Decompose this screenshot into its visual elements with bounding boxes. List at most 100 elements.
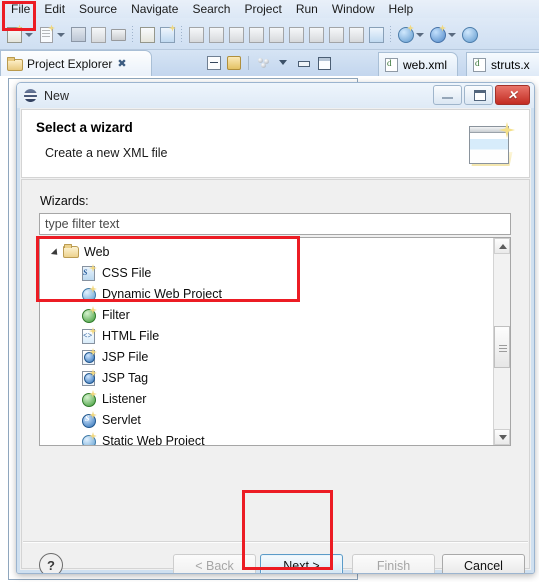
tree-item-label: JSP Tag bbox=[102, 370, 149, 385]
main-toolbar bbox=[0, 18, 539, 50]
debug-icon[interactable] bbox=[158, 24, 176, 43]
build-icon[interactable] bbox=[138, 25, 156, 43]
jsp-file-icon bbox=[80, 348, 97, 365]
menu-item-run[interactable]: Run bbox=[289, 0, 325, 18]
view-menu-dots-icon[interactable] bbox=[255, 54, 272, 71]
eclipse-icon bbox=[24, 89, 37, 102]
dynamic-web-project-icon bbox=[80, 285, 97, 302]
html-file-icon: <> bbox=[80, 327, 97, 344]
extra-globe-icon[interactable] bbox=[460, 25, 478, 43]
link-with-editor-icon[interactable] bbox=[225, 54, 242, 71]
project-explorer-label: Project Explorer bbox=[27, 56, 113, 71]
close-icon[interactable]: ✖ bbox=[117, 57, 126, 70]
tree-item-label: JSP File bbox=[102, 349, 149, 364]
new-wizard-icon[interactable] bbox=[5, 24, 23, 43]
filter-icon bbox=[80, 306, 97, 323]
tree-item-servlet[interactable]: S Servlet bbox=[40, 409, 493, 430]
dialog-title: New bbox=[44, 88, 70, 103]
project-explorer-icon bbox=[7, 57, 23, 71]
chevron-expanded-icon[interactable] bbox=[50, 246, 62, 258]
tab-web-xml[interactable]: web.xml bbox=[378, 52, 458, 76]
menu-item-navigate[interactable]: Navigate bbox=[124, 0, 185, 18]
drop-to-frame-icon[interactable] bbox=[327, 25, 345, 43]
scroll-up-icon[interactable] bbox=[494, 238, 510, 254]
dialog-header-subtitle: Create a new XML file bbox=[45, 146, 168, 160]
maximize-view-icon[interactable] bbox=[315, 54, 332, 71]
menu-item-file[interactable]: File bbox=[4, 0, 37, 18]
tree-item-jsp-tag[interactable]: JSP Tag bbox=[40, 367, 493, 388]
tree-item-label: Static Web Project bbox=[102, 433, 205, 446]
new-dropdown-icon[interactable] bbox=[24, 25, 33, 43]
tab-project-explorer[interactable]: Project Explorer ✖ bbox=[0, 50, 152, 76]
tree-item-label: Dynamic Web Project bbox=[102, 286, 222, 301]
tree-item-label: CSS File bbox=[102, 265, 152, 280]
servlet-dropdown-icon[interactable] bbox=[447, 25, 456, 43]
filter-input[interactable]: type filter text bbox=[39, 213, 511, 235]
step-into-icon[interactable] bbox=[267, 25, 285, 43]
tree-item-label: Filter bbox=[102, 307, 130, 322]
tree-item-web[interactable]: Web bbox=[40, 241, 493, 262]
scrollbar-thumb[interactable] bbox=[494, 326, 510, 368]
terminate-icon[interactable] bbox=[247, 25, 265, 43]
tree-item-filter[interactable]: Filter bbox=[40, 304, 493, 325]
xml-file-icon-2 bbox=[473, 58, 486, 72]
filter-funnel-icon[interactable] bbox=[367, 25, 385, 43]
wizard-banner-icon bbox=[467, 122, 515, 166]
dialog-title-bar: New ✕ bbox=[17, 83, 534, 108]
server-dropdown-icon[interactable] bbox=[415, 25, 424, 43]
save-all-icon[interactable] bbox=[89, 25, 107, 43]
collapse-all-icon[interactable] bbox=[205, 54, 222, 71]
tree-item-jsp-file[interactable]: JSP File bbox=[40, 346, 493, 367]
print-icon[interactable] bbox=[109, 25, 127, 43]
servlet-icon: S bbox=[80, 411, 97, 428]
toolbar-separator-3 bbox=[390, 25, 391, 42]
use-step-filters-icon[interactable] bbox=[347, 25, 365, 43]
back-button[interactable]: < Back bbox=[173, 554, 256, 573]
tree-scrollbar[interactable] bbox=[493, 238, 510, 445]
view-menu-icon[interactable] bbox=[275, 54, 292, 71]
step-over-icon[interactable] bbox=[287, 25, 305, 43]
listener-icon bbox=[80, 390, 97, 407]
css-file-icon: S bbox=[80, 264, 97, 281]
dialog-body: Wizards: type filter text Web S CSS File… bbox=[21, 179, 530, 573]
menu-item-edit[interactable]: Edit bbox=[37, 0, 72, 18]
tree-item-dynamic-web-project[interactable]: Dynamic Web Project bbox=[40, 283, 493, 304]
menu-item-project[interactable]: Project bbox=[237, 0, 288, 18]
tree-item-static-web-project[interactable]: Static Web Project bbox=[40, 430, 493, 446]
tree-item-listener[interactable]: Listener bbox=[40, 388, 493, 409]
help-button[interactable]: ? bbox=[39, 553, 63, 573]
new-folder-icon[interactable] bbox=[37, 24, 55, 43]
cancel-button[interactable]: Cancel bbox=[442, 554, 525, 573]
menu-bar: File Edit Source Navigate Search Project… bbox=[0, 0, 539, 18]
tree-item-css-file[interactable]: S CSS File bbox=[40, 262, 493, 283]
wizards-tree[interactable]: Web S CSS File Dynamic Web Project Filte… bbox=[39, 237, 511, 446]
menu-item-help[interactable]: Help bbox=[382, 0, 421, 18]
resume-icon[interactable] bbox=[207, 25, 225, 43]
xml-file-icon bbox=[385, 58, 398, 72]
view-tab-row: Project Explorer ✖ web.xml struts.x bbox=[0, 50, 539, 76]
minimize-button[interactable] bbox=[433, 85, 462, 105]
maximize-button[interactable] bbox=[464, 85, 493, 105]
new-server-icon[interactable] bbox=[396, 24, 414, 43]
skip-breakpoints-icon[interactable] bbox=[187, 25, 205, 43]
scroll-down-icon[interactable] bbox=[494, 429, 510, 445]
save-icon[interactable] bbox=[69, 25, 87, 43]
view-toolbar-separator bbox=[248, 55, 249, 70]
tab-web-xml-label: web.xml bbox=[403, 57, 448, 72]
new-folder-dropdown-icon[interactable] bbox=[56, 25, 65, 43]
tree-item-label: HTML File bbox=[102, 328, 160, 343]
suspend-icon[interactable] bbox=[227, 25, 245, 43]
tab-struts-xml[interactable]: struts.x bbox=[466, 52, 539, 76]
menu-item-search[interactable]: Search bbox=[185, 0, 237, 18]
minimize-view-icon[interactable] bbox=[295, 54, 312, 71]
finish-button[interactable]: Finish bbox=[352, 554, 435, 573]
menu-item-source[interactable]: Source bbox=[72, 0, 124, 18]
toolbar-separator-2 bbox=[181, 25, 182, 42]
new-servlet-icon[interactable] bbox=[428, 24, 446, 43]
static-web-project-icon bbox=[80, 432, 97, 445]
next-button[interactable]: Next > bbox=[260, 554, 343, 573]
tree-item-html-file[interactable]: <> HTML File bbox=[40, 325, 493, 346]
step-return-icon[interactable] bbox=[307, 25, 325, 43]
close-button[interactable]: ✕ bbox=[495, 85, 530, 105]
menu-item-window[interactable]: Window bbox=[325, 0, 382, 18]
